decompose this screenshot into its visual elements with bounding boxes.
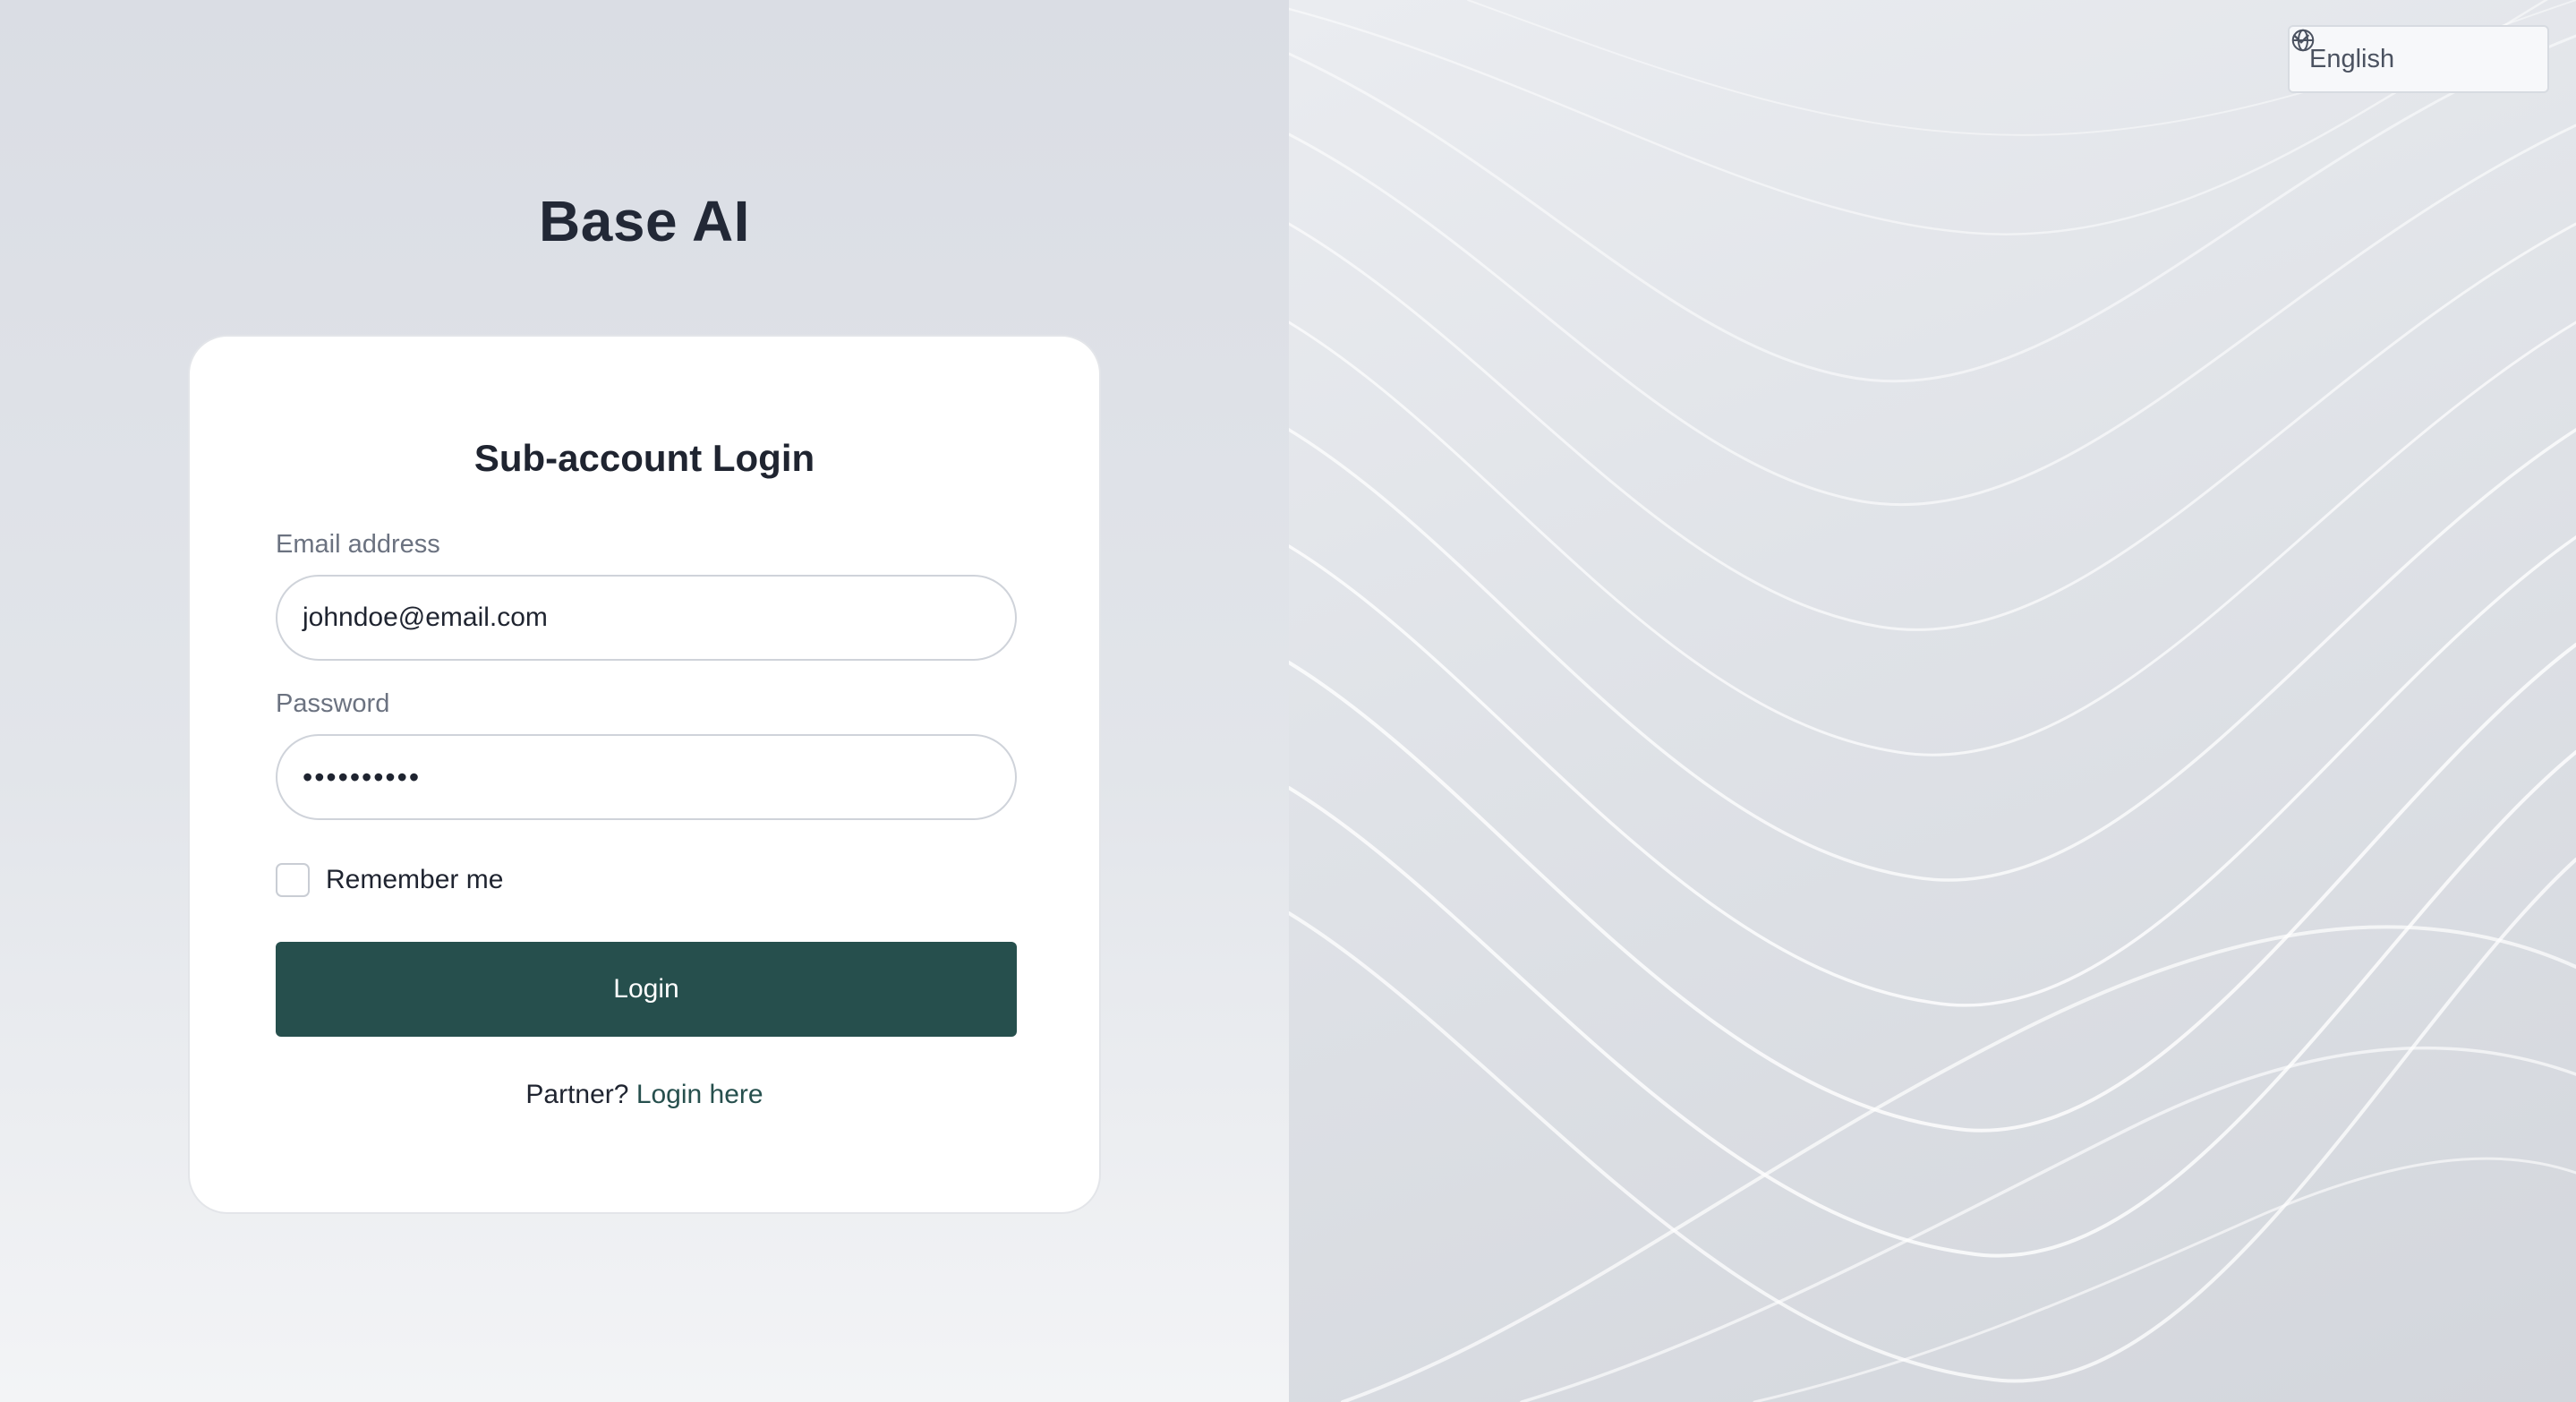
login-card-title: Sub-account Login <box>473 437 815 479</box>
partner-login-link[interactable]: Login here <box>636 1080 763 1109</box>
chevron-down-icon <box>2293 34 2309 44</box>
language-value: English <box>2309 44 2395 73</box>
wave-lines-graphic <box>1289 0 2576 1402</box>
remember-me-checkbox[interactable] <box>276 863 310 897</box>
password-value: •••••••••• <box>303 760 422 793</box>
login-button[interactable]: Login <box>276 942 1017 1037</box>
left-panel: Base AI Sub-account Login Email address … <box>0 0 1289 1402</box>
login-card: Sub-account Login Email address johndoe@… <box>188 335 1101 1214</box>
brand-title: Base AI <box>539 189 750 253</box>
remember-me-row[interactable]: Remember me <box>276 863 503 897</box>
password-label: Password <box>276 689 390 718</box>
language-selector[interactable]: English <box>2288 25 2549 93</box>
partner-login-row: Partner? Login here <box>190 1080 1099 1110</box>
password-field[interactable]: •••••••••• <box>276 734 1017 820</box>
remember-me-label[interactable]: Remember me <box>326 865 503 895</box>
email-field[interactable]: johndoe@email.com <box>276 575 1017 661</box>
decorative-wave-panel: English <box>1289 0 2576 1402</box>
partner-prompt: Partner? <box>525 1080 629 1109</box>
email-label: Email address <box>276 530 440 559</box>
email-value: johndoe@email.com <box>303 603 548 632</box>
